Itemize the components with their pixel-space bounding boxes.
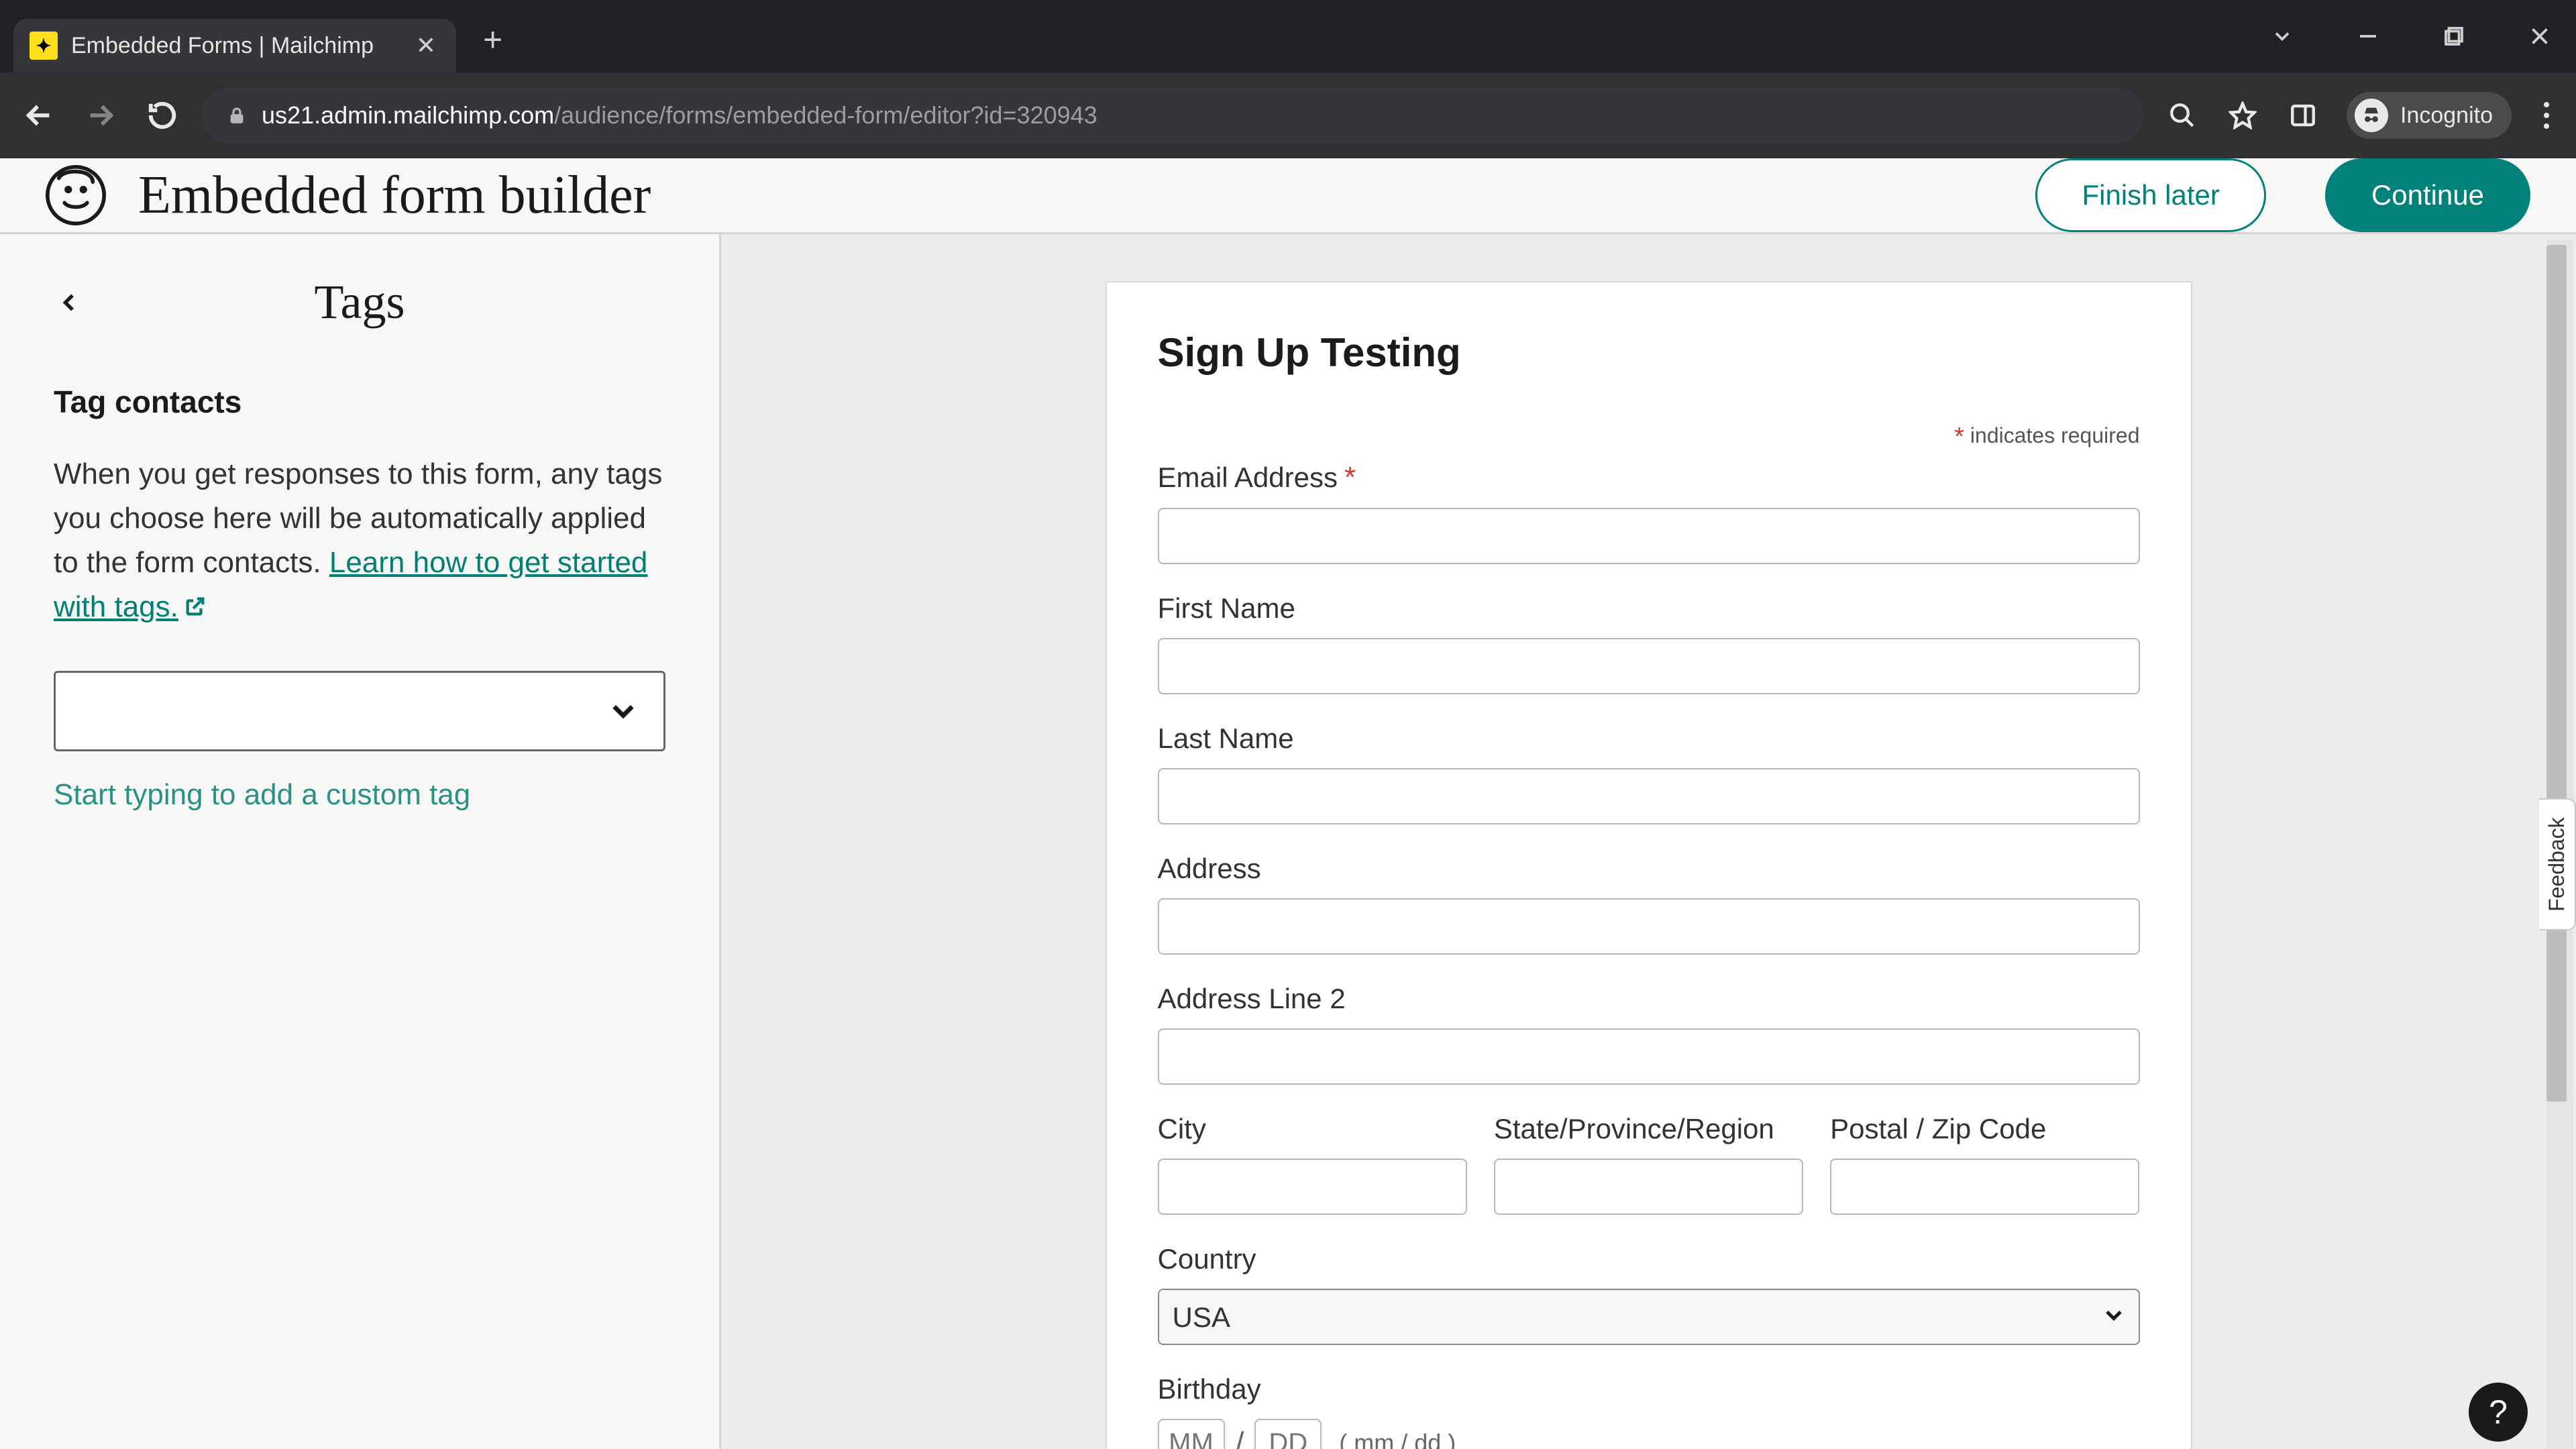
last-name-input[interactable] <box>1158 768 2140 824</box>
tag-select-dropdown[interactable] <box>54 671 665 751</box>
country-label: Country <box>1158 1243 2140 1275</box>
url-path: /audience/forms/embedded-form/editor?id=… <box>554 101 1097 129</box>
url-host: us21.admin.mailchimp.com <box>262 101 554 129</box>
form-canvas: Sign Up Testing * indicates required Ema… <box>721 234 2576 1449</box>
nav-forward-icon[interactable] <box>83 98 118 133</box>
city-input[interactable] <box>1158 1159 1467 1215</box>
tag-contacts-description: When you get responses to this form, any… <box>54 452 665 631</box>
sidebar-title: Tags <box>315 274 405 330</box>
form-preview-card: Sign Up Testing * indicates required Ema… <box>1106 281 2192 1449</box>
sidebar-back-button[interactable] <box>54 286 86 319</box>
state-label: State/Province/Region <box>1494 1113 1803 1145</box>
page-title: Embedded form builder <box>138 165 651 226</box>
tag-hint-text: Start typing to add a custom tag <box>54 778 665 812</box>
address-label: Address <box>1158 853 2140 885</box>
birthday-separator: / <box>1236 1425 1244 1449</box>
birthday-hint: ( mm / dd ) <box>1339 1429 1456 1449</box>
state-input[interactable] <box>1494 1159 1803 1215</box>
page: Embedded form builder Finish later Conti… <box>0 158 2576 1449</box>
email-label: Email Address* <box>1158 461 2140 494</box>
form-heading: Sign Up Testing <box>1158 329 2140 376</box>
close-window-icon[interactable] <box>2524 20 2556 52</box>
sidebar: Tags Tag contacts When you get responses… <box>0 234 721 1449</box>
browser-tab[interactable]: ✦ Embedded Forms | Mailchimp ✕ <box>13 19 456 72</box>
incognito-label: Incognito <box>2400 103 2493 129</box>
address2-label: Address Line 2 <box>1158 983 2140 1015</box>
incognito-indicator[interactable]: Incognito <box>2347 92 2512 139</box>
address-bar-row: us21.admin.mailchimp.com/audience/forms/… <box>0 72 2576 158</box>
app-header: Embedded form builder Finish later Conti… <box>0 158 2576 232</box>
tab-title: Embedded Forms | Mailchimp <box>71 33 402 59</box>
window-controls <box>2266 0 2556 72</box>
search-icon[interactable] <box>2165 99 2199 132</box>
tag-contacts-label: Tag contacts <box>54 384 665 420</box>
side-panel-icon[interactable] <box>2286 99 2320 132</box>
close-tab-icon[interactable]: ✕ <box>416 32 436 60</box>
incognito-icon <box>2355 99 2388 132</box>
tab-strip: ✦ Embedded Forms | Mailchimp ✕ + <box>0 0 2576 72</box>
minimize-icon[interactable] <box>2352 20 2384 52</box>
browser-menu-icon[interactable] <box>2538 97 2555 134</box>
help-button[interactable]: ? <box>2469 1383 2528 1442</box>
external-link-icon <box>184 586 207 631</box>
url-text: us21.admin.mailchimp.com/audience/forms/… <box>262 101 1097 129</box>
birthday-month-input[interactable] <box>1158 1419 1225 1449</box>
continue-button[interactable]: Continue <box>2325 158 2530 232</box>
address2-input[interactable] <box>1158 1028 2140 1085</box>
chevron-down-icon <box>610 702 637 720</box>
city-label: City <box>1158 1113 1467 1145</box>
first-name-input[interactable] <box>1158 638 2140 694</box>
finish-later-button[interactable]: Finish later <box>2035 158 2265 232</box>
bookmark-star-icon[interactable] <box>2226 99 2259 132</box>
app-body: Tags Tag contacts When you get responses… <box>0 232 2576 1449</box>
last-name-label: Last Name <box>1158 722 2140 755</box>
birthday-label: Birthday <box>1158 1373 2140 1405</box>
reload-icon[interactable] <box>145 98 180 133</box>
email-input[interactable] <box>1158 508 2140 564</box>
new-tab-button[interactable]: + <box>483 20 502 59</box>
feedback-tab[interactable]: Feedback <box>2539 798 2576 930</box>
maximize-icon[interactable] <box>2438 20 2470 52</box>
lock-icon[interactable] <box>225 104 248 127</box>
tab-search-icon[interactable] <box>2266 20 2298 52</box>
postal-label: Postal / Zip Code <box>1830 1113 2139 1145</box>
mailchimp-favicon: ✦ <box>30 32 58 60</box>
country-select[interactable]: USA <box>1158 1289 2140 1345</box>
nav-back-icon[interactable] <box>21 98 56 133</box>
first-name-label: First Name <box>1158 592 2140 625</box>
address-input[interactable] <box>1158 898 2140 955</box>
required-note: * indicates required <box>1158 423 2140 451</box>
mailchimp-logo-icon <box>46 165 106 225</box>
postal-input[interactable] <box>1830 1159 2139 1215</box>
birthday-day-input[interactable] <box>1254 1419 1322 1449</box>
url-bar[interactable]: us21.admin.mailchimp.com/audience/forms/… <box>201 87 2144 144</box>
